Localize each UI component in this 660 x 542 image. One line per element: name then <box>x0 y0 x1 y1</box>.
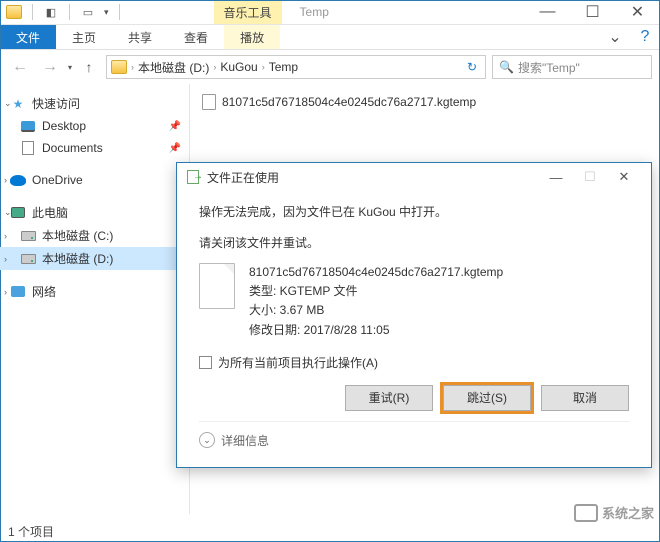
pin-icon: 📌 <box>169 121 181 132</box>
pin-icon: 📌 <box>169 143 181 154</box>
maximize-button[interactable]: ☐ <box>570 0 615 25</box>
dialog-apply-all-checkbox[interactable]: 为所有当前项目执行此操作(A) <box>199 354 629 371</box>
nav-forward-button: → <box>38 55 62 79</box>
close-button[interactable]: ✕ <box>615 0 660 25</box>
quick-access-toolbar: ◧ ▭ ▾ <box>0 4 124 20</box>
expand-icon[interactable]: ⌄ <box>4 207 12 218</box>
cancel-button[interactable]: 取消 <box>541 385 629 411</box>
dialog-file-date: 修改日期: 2017/8/28 11:05 <box>249 321 503 340</box>
dialog-maximize-button: ☐ <box>573 165 607 189</box>
sidebar-drive-c[interactable]: › 本地磁盘 (C:) <box>0 224 189 247</box>
dialog-minimize-button[interactable]: — <box>539 165 573 189</box>
search-input[interactable]: 🔍 搜索"Temp" <box>492 55 652 79</box>
breadcrumb-segment[interactable]: KuGou <box>216 60 261 74</box>
drive-icon <box>21 231 36 241</box>
sidebar-label: 本地磁盘 (D:) <box>42 250 113 267</box>
file-name: 81071c5d76718504c4e0245dc76a2717.kgtemp <box>222 95 476 109</box>
watermark-logo-icon <box>574 504 598 522</box>
dialog-icon <box>187 170 201 184</box>
ribbon-expand-icon[interactable]: ⌄ <box>600 25 630 49</box>
help-icon[interactable]: ? <box>630 25 660 49</box>
dialog-close-button[interactable]: ✕ <box>607 165 641 189</box>
qat-newfolder-icon[interactable]: ▭ <box>80 4 96 20</box>
details-label: 详细信息 <box>221 432 269 449</box>
ribbon-tab-view[interactable]: 查看 <box>168 25 224 49</box>
dialog-file-info: 81071c5d76718504c4e0245dc76a2717.kgtemp … <box>199 263 629 340</box>
nav-up-button[interactable]: ↑ <box>78 56 100 78</box>
qat-properties-icon[interactable]: ◧ <box>43 4 59 20</box>
minimize-button[interactable]: — <box>525 0 570 25</box>
ribbon: 文件 主页 共享 查看 播放 ⌄ ? <box>0 25 660 50</box>
ribbon-tab-share[interactable]: 共享 <box>112 25 168 49</box>
ribbon-tab-home[interactable]: 主页 <box>56 25 112 49</box>
checkbox-label: 为所有当前项目执行此操作(A) <box>218 354 378 371</box>
breadcrumb-drive-icon <box>111 60 127 74</box>
breadcrumb[interactable]: › 本地磁盘 (D:) › KuGou › Temp ↻ <box>106 55 486 79</box>
retry-button[interactable]: 重试(R) <box>345 385 433 411</box>
checkbox-icon[interactable] <box>199 356 212 369</box>
star-icon: ★ <box>10 96 26 112</box>
skip-button[interactable]: 跳过(S) <box>443 385 531 411</box>
file-in-use-dialog: 文件正在使用 — ☐ ✕ 操作无法完成，因为文件已在 KuGou 中打开。 请关… <box>176 162 652 468</box>
qat-dropdown-icon[interactable]: ▾ <box>104 7 109 18</box>
sidebar-onedrive[interactable]: › OneDrive <box>0 169 189 191</box>
watermark: 系统之家 <box>574 503 654 522</box>
dialog-titlebar: 文件正在使用 — ☐ ✕ <box>177 163 651 191</box>
nav-history-dropdown[interactable]: ▾ <box>68 63 72 72</box>
address-bar: ← → ▾ ↑ › 本地磁盘 (D:) › KuGou › Temp ↻ 🔍 搜… <box>0 50 660 84</box>
window-titlebar: ◧ ▭ ▾ 音乐工具 Temp — ☐ ✕ <box>0 0 660 25</box>
sidebar-drive-d[interactable]: › 本地磁盘 (D:) <box>0 247 189 270</box>
pc-icon <box>11 207 25 218</box>
expand-icon[interactable]: › <box>4 287 7 297</box>
ribbon-file-tab[interactable]: 文件 <box>0 25 56 49</box>
dialog-file-size: 大小: 3.67 MB <box>249 301 503 320</box>
breadcrumb-segment[interactable]: Temp <box>265 60 302 74</box>
details-toggle[interactable]: ⌄ 详细信息 <box>199 421 629 449</box>
dialog-title: 文件正在使用 <box>207 169 279 186</box>
desktop-icon <box>21 121 35 132</box>
app-icon[interactable] <box>6 5 22 19</box>
sidebar-quick-access[interactable]: ⌄ ★ 快速访问 <box>0 92 189 115</box>
navigation-sidebar: ⌄ ★ 快速访问 Desktop 📌 Documents 📌 › OneDriv… <box>0 84 190 514</box>
drive-icon <box>21 254 36 264</box>
sidebar-network[interactable]: › 网络 <box>0 280 189 303</box>
sidebar-label: Documents <box>42 141 103 155</box>
search-placeholder: 搜索"Temp" <box>518 59 580 76</box>
watermark-text: 系统之家 <box>602 503 654 522</box>
contextual-tab-label: 音乐工具 <box>214 1 282 24</box>
search-icon: 🔍 <box>499 60 514 74</box>
sidebar-label: 此电脑 <box>32 204 68 221</box>
sidebar-desktop[interactable]: Desktop 📌 <box>0 115 189 137</box>
chevron-down-icon: ⌄ <box>199 432 215 448</box>
dialog-message-2: 请关闭该文件并重试。 <box>199 234 629 251</box>
expand-icon[interactable]: › <box>4 175 7 185</box>
dialog-message-1: 操作无法完成，因为文件已在 KuGou 中打开。 <box>199 203 629 220</box>
window-title: Temp <box>300 5 329 19</box>
sidebar-label: Desktop <box>42 119 86 133</box>
onedrive-icon <box>10 175 26 186</box>
sidebar-label: 快速访问 <box>32 95 80 112</box>
sidebar-label: 本地磁盘 (C:) <box>42 227 113 244</box>
dialog-file-name: 81071c5d76718504c4e0245dc76a2717.kgtemp <box>249 263 503 282</box>
refresh-icon[interactable]: ↻ <box>463 60 481 74</box>
expand-icon[interactable]: ⌄ <box>4 98 12 109</box>
sidebar-documents[interactable]: Documents 📌 <box>0 137 189 159</box>
network-icon <box>11 286 25 297</box>
sidebar-label: OneDrive <box>32 173 83 187</box>
file-thumbnail-icon <box>199 263 235 309</box>
breadcrumb-segment[interactable]: 本地磁盘 (D:) <box>134 59 213 76</box>
expand-icon[interactable]: › <box>4 231 7 241</box>
nav-back-button[interactable]: ← <box>8 55 32 79</box>
file-icon <box>202 94 216 110</box>
expand-icon[interactable]: › <box>4 254 7 264</box>
document-icon <box>22 141 34 155</box>
sidebar-this-pc[interactable]: ⌄ 此电脑 <box>0 201 189 224</box>
status-bar: 1 个项目 <box>8 523 54 540</box>
file-item[interactable]: 81071c5d76718504c4e0245dc76a2717.kgtemp <box>202 94 648 110</box>
ribbon-tab-play[interactable]: 播放 <box>224 25 280 49</box>
dialog-file-type: 类型: KGTEMP 文件 <box>249 282 503 301</box>
sidebar-label: 网络 <box>32 283 56 300</box>
